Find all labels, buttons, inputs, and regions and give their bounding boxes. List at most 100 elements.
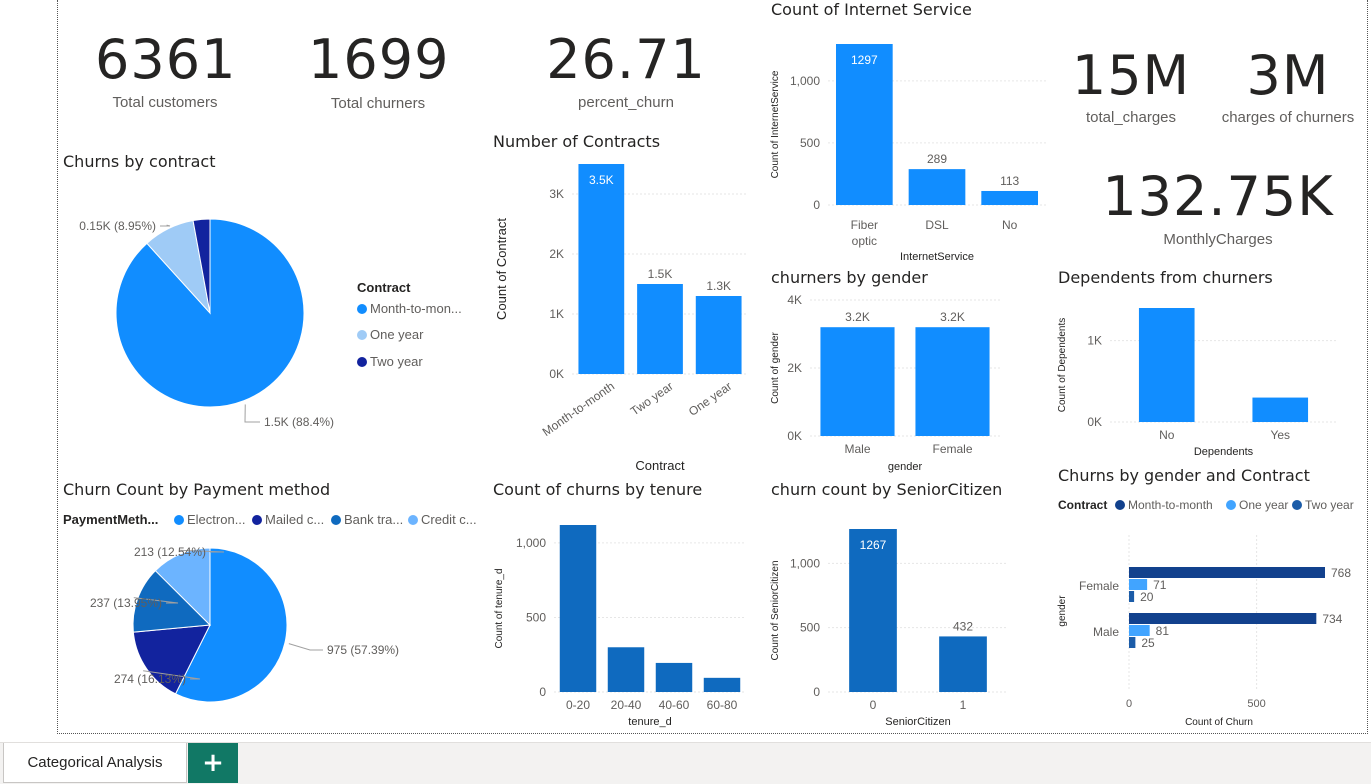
- y-tick-label: 3K: [549, 187, 564, 201]
- x-tick-label: No: [1159, 428, 1175, 442]
- bar[interactable]: [1129, 625, 1150, 636]
- y-tick-label: 500: [800, 136, 820, 150]
- data-label: 1297: [851, 53, 878, 67]
- visual-title: Churn Count by Payment method: [63, 480, 331, 499]
- legend-dot: [174, 515, 184, 525]
- data-label: 81: [1156, 624, 1170, 638]
- y-tick-label: 1K: [549, 307, 564, 321]
- data-label: 1267: [860, 538, 887, 552]
- data-label: 213 (12.54%): [134, 545, 206, 559]
- bar[interactable]: [578, 164, 625, 374]
- x-tick-label: 20-40: [611, 698, 642, 712]
- legend-item[interactable]: Month-to-month: [1115, 498, 1213, 512]
- bar[interactable]: [655, 662, 693, 692]
- x-tick-label: Fiber: [851, 218, 878, 232]
- bar[interactable]: [1129, 613, 1317, 624]
- leader-line: [288, 643, 323, 651]
- legend-dot: [408, 515, 418, 525]
- leader-line: [244, 404, 260, 423]
- legend-dot: [1292, 500, 1302, 510]
- kpi-label: Total customers: [112, 94, 218, 111]
- y-tick-label: 1,000: [790, 556, 820, 570]
- visual-title: Number of Contracts: [493, 132, 661, 151]
- bar[interactable]: [820, 327, 895, 436]
- churns-by-contract-chart[interactable]: 1.5K (88.4%) 0.15K (8.95%): [60, 175, 460, 465]
- legend-item[interactable]: Two year: [1292, 498, 1354, 512]
- bar[interactable]: [703, 677, 741, 692]
- internet-service-chart[interactable]: 0 500 1,000 1297 Fiber optic 289 DSL 113 No Intern…: [768, 20, 1058, 265]
- churners-by-gender-chart[interactable]: 0K 2K 4K 3.2K Male 3.2K Female gender Count of g…: [768, 288, 1048, 473]
- number-of-contracts-chart[interactable]: 0K 1K 2K 3K 3.5K Month-to-month 1.5K Two year 1.…: [490, 150, 760, 480]
- data-label: 20: [1140, 590, 1154, 604]
- legend-item[interactable]: Mailed c...: [252, 512, 324, 527]
- x-axis-title: InternetService: [900, 251, 974, 263]
- bar[interactable]: [559, 525, 597, 692]
- visual-title: Churns by contract: [63, 152, 216, 171]
- bar[interactable]: [1129, 591, 1135, 602]
- data-label: 289: [927, 152, 947, 166]
- tab-categorical-analysis[interactable]: Categorical Analysis: [3, 743, 187, 783]
- senior-citizen-chart[interactable]: 0 500 1,000 1267 0 432 1 SeniorCitizen Count of …: [768, 505, 1048, 730]
- visual-title: churners by gender: [771, 268, 928, 287]
- visual-title: Dependents from churners: [1058, 268, 1273, 287]
- bar[interactable]: [835, 44, 893, 205]
- legend-title: Contract: [1058, 498, 1108, 512]
- bar[interactable]: [849, 529, 897, 692]
- legend-item[interactable]: Bank tra...: [331, 512, 403, 527]
- kpi-label: MonthlyCharges: [1163, 231, 1273, 248]
- add-page-button[interactable]: +: [188, 743, 238, 783]
- bar[interactable]: [607, 647, 645, 692]
- y-tick-label: 2K: [787, 361, 802, 375]
- x-tick-label: Female: [932, 442, 972, 456]
- y-tick-label: 0: [813, 685, 820, 699]
- y-tick-label: 1K: [1087, 334, 1102, 348]
- bar[interactable]: [981, 190, 1039, 205]
- bar[interactable]: [695, 296, 742, 374]
- data-label: 3.2K: [940, 310, 965, 324]
- data-label: 768: [1331, 566, 1351, 580]
- x-tick-label: Two year: [628, 379, 676, 418]
- kpi-value: 26.71: [546, 28, 706, 91]
- bar[interactable]: [1252, 397, 1309, 422]
- kpi-value: 1699: [308, 28, 450, 91]
- x-axis-title: gender: [888, 461, 923, 473]
- x-tick-label: DSL: [925, 218, 949, 232]
- legend-item[interactable]: Credit c...: [408, 512, 477, 527]
- visual-title: churn count by SeniorCitizen: [771, 480, 1003, 499]
- x-tick-label: 0: [1126, 698, 1132, 710]
- bar[interactable]: [637, 284, 683, 374]
- bar[interactable]: [1138, 308, 1195, 422]
- bar[interactable]: [915, 327, 990, 436]
- gender-contract-chart[interactable]: 0 500 Female 768 7120 Male 734 8125 Count of Chu…: [1055, 515, 1365, 730]
- x-tick-label: 0: [870, 698, 877, 712]
- x-tick-label: 0-20: [566, 698, 590, 712]
- legend-item[interactable]: Electron...: [174, 512, 246, 527]
- y-tick-label: 0: [813, 198, 820, 212]
- bar[interactable]: [908, 169, 966, 205]
- x-tick-label: Yes: [1270, 428, 1290, 442]
- bar[interactable]: [939, 636, 987, 692]
- bar[interactable]: [1129, 567, 1325, 578]
- legend-dot: [1226, 500, 1236, 510]
- data-label: 1.3K: [706, 279, 731, 293]
- kpi-label: percent_churn: [578, 94, 674, 111]
- legend-label: Mailed c...: [265, 512, 325, 527]
- legend-dot: [331, 515, 341, 525]
- legend-item[interactable]: One year: [1226, 498, 1288, 512]
- y-axis-title: Count of gender: [770, 331, 781, 403]
- dependents-chart[interactable]: 0K 1K No Yes Dependents Count of Dependents: [1055, 288, 1355, 463]
- x-tick-label: 40-60: [659, 698, 690, 712]
- x-tick-label: No: [1002, 218, 1018, 232]
- kpi-label: Total churners: [330, 95, 426, 112]
- y-tick-label: 500: [526, 610, 546, 624]
- data-label: 3.2K: [845, 310, 870, 324]
- tenure-chart[interactable]: 0 500 1,000 0-20 20-40 40-60 60-80 tenure_d Coun…: [490, 505, 760, 730]
- x-axis-title: tenure_d: [628, 716, 671, 728]
- x-tick-label: One year: [686, 379, 734, 419]
- y-tick-label: 2K: [549, 247, 564, 261]
- bar[interactable]: [1129, 637, 1136, 648]
- y-axis-title: Count of InternetService: [770, 70, 781, 178]
- bar[interactable]: [1129, 579, 1148, 590]
- payment-method-chart[interactable]: 975 (57.39%) 274 (16.13%) 237 (13.95%) 213 …: [60, 530, 470, 730]
- kpi-label: total_charges: [1085, 109, 1177, 126]
